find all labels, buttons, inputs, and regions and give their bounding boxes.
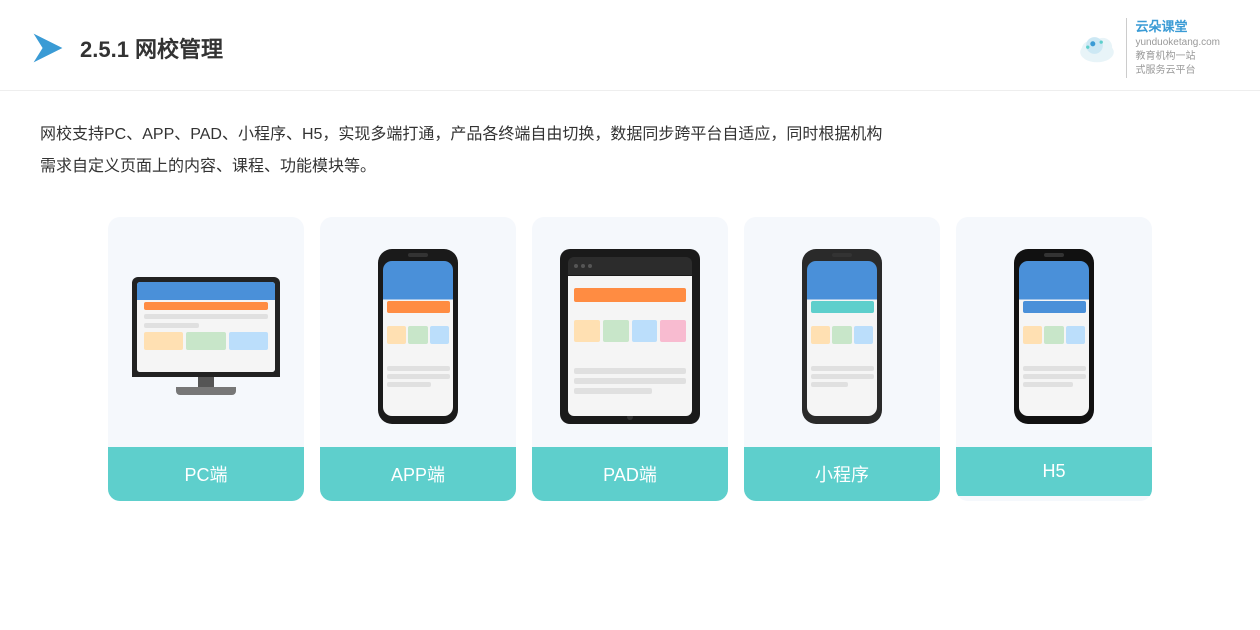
brand-name: 云朵课堂 [1135, 18, 1220, 36]
card-mini-image [744, 217, 940, 447]
card-app-label: APP端 [320, 447, 516, 501]
card-pad-label: PAD端 [532, 447, 728, 501]
brand-slogan: 教育机构一站 式服务云平台 [1135, 50, 1220, 78]
device-h5-phone [1014, 249, 1094, 424]
section-title: 网校管理 [135, 37, 223, 62]
card-pc-label: PC端 [108, 447, 304, 501]
card-app: APP端 [320, 217, 516, 501]
page-title: 2.5.1 网校管理 [80, 32, 223, 64]
device-pc [132, 277, 280, 395]
card-h5-label: H5 [956, 447, 1152, 496]
pc-monitor [132, 277, 280, 377]
section-number: 2.5.1 [80, 37, 135, 62]
description-line1: 网校支持PC、APP、PAD、小程序、H5，实现多端打通，产品各终端自由切换，数… [40, 119, 1220, 151]
cards-container: PC端 [0, 193, 1260, 525]
logo-arrow-icon [30, 30, 66, 66]
brand-logo: 云朵课堂 yunduoketang.com 教育机构一站 式服务云平台 [1076, 18, 1220, 78]
card-pad: PAD端 [532, 217, 728, 501]
brand-text: 云朵课堂 yunduoketang.com 教育机构一站 式服务云平台 [1126, 18, 1220, 78]
description-line2: 需求自定义页面上的内容、课程、功能模块等。 [40, 151, 1220, 183]
header: 2.5.1 网校管理 云朵课堂 yunduoketang.com 教育机构一站 [0, 0, 1260, 91]
description: 网校支持PC、APP、PAD、小程序、H5，实现多端打通，产品各终端自由切换，数… [0, 91, 1260, 193]
brand-icon [1076, 27, 1118, 69]
card-h5-image [956, 217, 1152, 447]
page: 2.5.1 网校管理 云朵课堂 yunduoketang.com 教育机构一站 [0, 0, 1260, 630]
device-mini-phone [802, 249, 882, 424]
card-h5: H5 [956, 217, 1152, 501]
phone-mini-screen [807, 261, 877, 416]
card-pc-image [108, 217, 304, 447]
card-app-image [320, 217, 516, 447]
pc-screen [137, 282, 275, 372]
phone-screen [383, 261, 453, 416]
card-mini-label: 小程序 [744, 447, 940, 501]
brand-site: yunduoketang.com [1135, 36, 1220, 50]
device-app-phone [378, 249, 458, 424]
phone-h5-screen [1019, 261, 1089, 416]
tablet-screen [568, 257, 692, 416]
card-pad-image [532, 217, 728, 447]
device-tablet [560, 249, 700, 424]
card-mini: 小程序 [744, 217, 940, 501]
header-left: 2.5.1 网校管理 [30, 30, 223, 66]
card-pc: PC端 [108, 217, 304, 501]
